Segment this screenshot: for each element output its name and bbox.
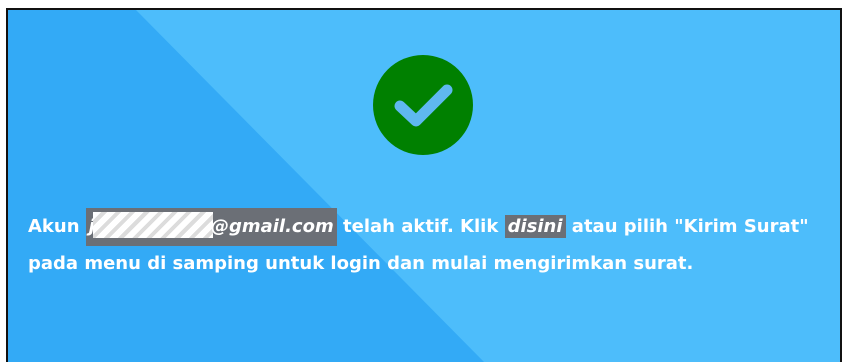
disini-link[interactable]: disini: [504, 215, 566, 238]
email-end: @gmail.com: [210, 216, 334, 237]
email-address: j @gmail.com: [85, 208, 337, 246]
check-circle-icon: [373, 55, 473, 155]
redacted-block: [92, 212, 213, 238]
message-middle: telah aktif. Klik: [336, 216, 505, 237]
activation-message: Akun j @gmail.com telah aktif. Klik disin…: [28, 208, 818, 282]
message-prefix: Akun: [28, 216, 86, 237]
success-panel: Akun j @gmail.com telah aktif. Klik disin…: [6, 8, 842, 362]
